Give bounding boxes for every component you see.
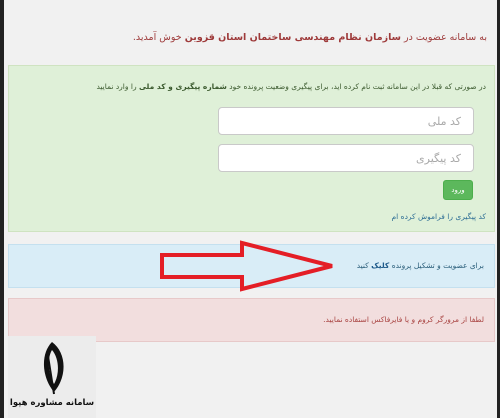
national-code-input[interactable] xyxy=(218,107,474,135)
register-prefix: برای عضویت و تشکیل پرونده xyxy=(391,261,484,270)
browser-notice: لطفا از مرورگر کروم و یا فایرفاکس استفاد… xyxy=(323,315,484,324)
page: به سامانه عضویت در سازمان نظام مهندسی سا… xyxy=(4,0,497,418)
intro-prefix: در صورتی که قبلا در این سامانه ثبت نام ک… xyxy=(229,82,486,91)
logo-text: سامانه مشاوره هپوا xyxy=(9,398,95,408)
register-suffix: کنید xyxy=(356,261,369,270)
login-intro: در صورتی که قبلا در این سامانه ثبت نام ک… xyxy=(17,82,486,91)
welcome-suffix: خوش آمدید. xyxy=(132,32,182,43)
welcome-prefix: به سامانه عضویت در xyxy=(404,32,487,43)
forgot-tracking-link[interactable]: کد پیگیری را فراموش کرده ام xyxy=(392,212,486,221)
register-message: برای عضویت و تشکیل پرونده کلیک کنید xyxy=(357,261,484,270)
tracking-code-input[interactable] xyxy=(218,144,474,172)
hepva-logo: سامانه مشاوره هپوا xyxy=(8,336,96,418)
feather-logo-icon xyxy=(43,342,64,395)
login-panel: در صورتی که قبلا در این سامانه ثبت نام ک… xyxy=(8,65,495,232)
intro-suffix: را وارد نمایید xyxy=(96,82,137,91)
welcome-message: به سامانه عضویت در سازمان نظام مهندسی سا… xyxy=(14,32,487,43)
organization-name: سازمان نظام مهندسی ساختمان استان قزوین xyxy=(184,32,401,43)
pointer-arrow-icon xyxy=(160,240,333,292)
register-click-link[interactable]: کلیک xyxy=(371,261,389,270)
intro-bold: شماره پیگیری و کد ملی xyxy=(138,82,227,91)
login-button[interactable]: ورود xyxy=(443,180,473,200)
